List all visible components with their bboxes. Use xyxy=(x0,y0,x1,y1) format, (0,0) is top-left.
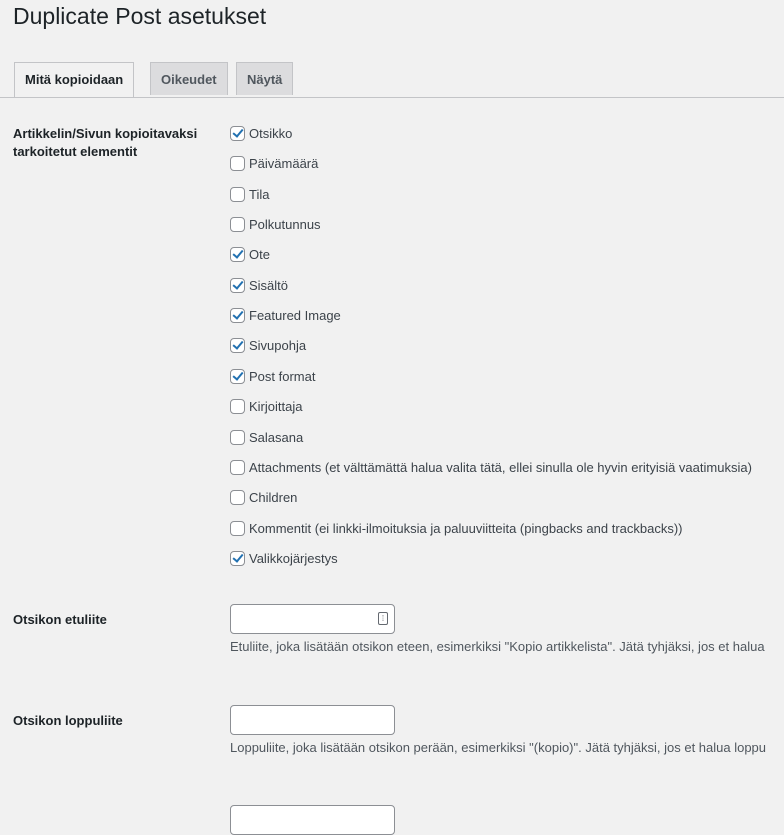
checkbox-checked[interactable] xyxy=(230,550,245,566)
checkbox-checked[interactable] xyxy=(230,368,245,384)
elements-section-label: Artikkelin/Sivun kopioitavaksi tarkoitet… xyxy=(13,126,198,159)
checkbox-unchecked[interactable] xyxy=(230,186,245,202)
checkbox-label: Valikkojärjestys xyxy=(249,550,338,566)
checkbox-row[interactable]: Salasana xyxy=(230,428,303,446)
checkbox-label: Children xyxy=(249,489,298,505)
checkbox-label: Post format xyxy=(249,368,316,384)
checkbox-checked[interactable] xyxy=(230,307,245,323)
checkbox-row[interactable]: Kommentit (ei linkki-ilmoituksia ja palu… xyxy=(230,519,683,537)
checkbox-label: Otsikko xyxy=(249,125,293,141)
checkbox-unchecked[interactable] xyxy=(230,398,245,414)
checkbox-label: Kommentit (ei linkki-ilmoituksia ja palu… xyxy=(249,520,683,536)
suffix-help-text: Loppuliite, joka lisätään otsikon perään… xyxy=(230,740,767,755)
checkbox-row[interactable]: Attachments (et välttämättä halua valita… xyxy=(230,458,752,476)
tab-permissions[interactable]: Oikeudet xyxy=(150,62,228,95)
checkbox-row[interactable]: Päivämäärä xyxy=(230,154,318,172)
checkbox-row[interactable]: Sisältö xyxy=(230,276,288,294)
checkbox-row[interactable]: Kirjoittaja xyxy=(230,397,302,415)
checkbox-checked[interactable] xyxy=(230,277,245,293)
tab-what-to-copy[interactable]: Mitä kopioidaan xyxy=(14,62,135,97)
checkbox-label: Salasana xyxy=(249,429,304,445)
autofill-icon: ⁞ xyxy=(378,612,388,625)
checkbox-row[interactable]: Children xyxy=(230,488,297,506)
checkbox-row[interactable]: Sivupohja xyxy=(230,336,306,354)
checkbox-row[interactable]: Tila xyxy=(230,185,269,203)
checkbox-label: Ote xyxy=(249,246,270,262)
checkbox-row[interactable]: Valikkojärjestys xyxy=(230,549,338,567)
tab-display[interactable]: Näytä xyxy=(236,62,294,95)
settings-tabs: Mitä kopioidaan Oikeudet Näytä xyxy=(0,62,784,98)
checkbox-checked[interactable] xyxy=(230,337,245,353)
checkbox-row[interactable]: Featured Image xyxy=(230,306,341,324)
checkbox-unchecked[interactable] xyxy=(230,520,245,536)
checkbox-unchecked[interactable] xyxy=(230,459,245,475)
checkbox-row[interactable]: Ote xyxy=(230,245,270,263)
prefix-label: Otsikon etuliite xyxy=(13,612,107,627)
checkbox-label: Tila xyxy=(249,186,270,202)
checkbox-checked[interactable] xyxy=(230,246,245,262)
prefix-help-text: Etuliite, joka lisätään otsikon eteen, e… xyxy=(230,639,765,654)
checkbox-label: Attachments (et välttämättä halua valita… xyxy=(249,459,752,475)
checkbox-label: Päivämäärä xyxy=(249,155,319,171)
checkbox-label: Featured Image xyxy=(249,307,341,323)
checkbox-row[interactable]: Post format xyxy=(230,367,315,385)
checkbox-row[interactable]: Polkutunnus xyxy=(230,215,321,233)
checkbox-label: Sivupohja xyxy=(249,337,307,353)
title-suffix-input[interactable] xyxy=(230,705,395,735)
checkbox-unchecked[interactable] xyxy=(230,155,245,171)
checkbox-label: Sisältö xyxy=(249,277,289,293)
checkbox-label: Kirjoittaja xyxy=(249,398,303,414)
page-title: Duplicate Post asetukset xyxy=(13,3,267,29)
checkbox-unchecked[interactable] xyxy=(230,489,245,505)
suffix-label: Otsikon loppuliite xyxy=(13,713,123,728)
checkbox-label: Polkutunnus xyxy=(249,216,321,232)
checkbox-unchecked[interactable] xyxy=(230,216,245,232)
checkbox-unchecked[interactable] xyxy=(230,429,245,445)
title-prefix-input[interactable]: ⁞ xyxy=(230,604,395,634)
checkbox-checked[interactable] xyxy=(230,125,245,141)
checkbox-row[interactable]: Otsikko xyxy=(230,124,292,142)
